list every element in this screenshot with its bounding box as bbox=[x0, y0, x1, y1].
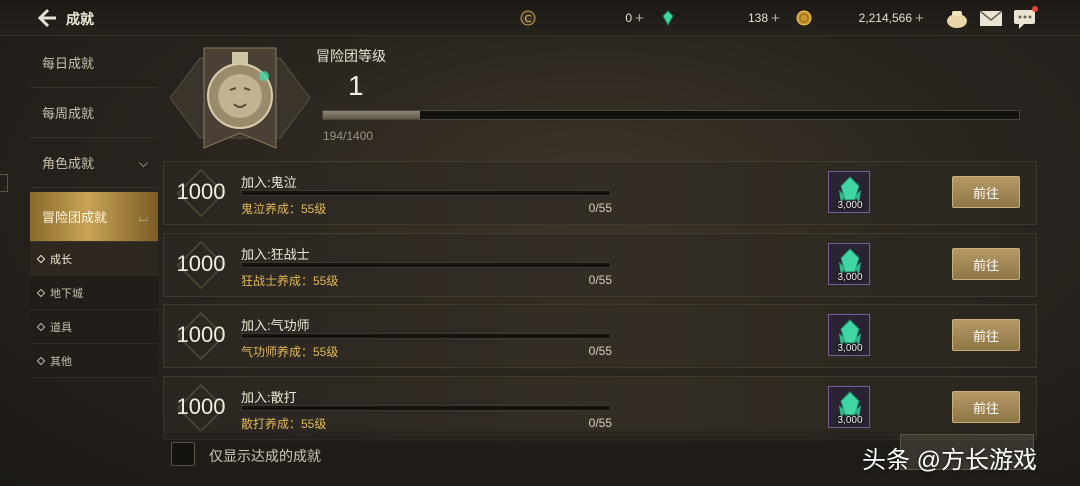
reward-quantity: 3,000 bbox=[837, 415, 863, 426]
go-button[interactable]: 前往 bbox=[952, 176, 1020, 208]
sidebar-item-character[interactable]: 角色成就 ⌵ bbox=[30, 138, 158, 188]
watermark: 头条 @方长游戏 bbox=[862, 447, 1038, 474]
achievement-row: 1000 加入:鬼泣鬼泣养成：55级 0/55 3,000 前往 bbox=[163, 161, 1037, 225]
achievement-title: 加入:气功师 bbox=[241, 318, 310, 333]
reward-quantity: 3,000 bbox=[837, 200, 863, 211]
gold-coin-icon bbox=[796, 10, 812, 26]
level-label: 冒险团等级 bbox=[316, 48, 386, 64]
reward-quantity: 3,000 bbox=[837, 272, 863, 283]
sidebar-item-weekly[interactable]: 每周成就 bbox=[30, 88, 158, 138]
gold-currency: 2,214,566 + bbox=[796, 8, 936, 28]
level-progress-text: 194/1400 bbox=[323, 129, 374, 143]
cera-currency: C 0 + bbox=[520, 8, 650, 28]
go-button[interactable]: 前往 bbox=[952, 248, 1020, 280]
sidebar-subitem-label: 成长 bbox=[50, 253, 72, 266]
sidebar-item-label: 每周成就 bbox=[42, 106, 95, 121]
diamond-bullet-icon bbox=[36, 322, 46, 331]
svg-text:C: C bbox=[525, 14, 532, 25]
sidebar-item-adventure[interactable]: 冒险团成就 ⌴ bbox=[30, 192, 158, 242]
top-bar: 成就 C 0 + 138 + 2,214,566 + bbox=[0, 0, 1080, 36]
show-completed-label: 仅显示达成的成就 bbox=[209, 448, 321, 464]
achievement-title: 加入:散打 bbox=[241, 390, 297, 405]
chat-button[interactable] bbox=[1012, 6, 1038, 30]
add-cera-button[interactable]: + bbox=[635, 10, 644, 27]
sidebar-subitem-items[interactable]: 道具 bbox=[30, 310, 158, 344]
achievement-title: 加入:鬼泣 bbox=[241, 175, 297, 190]
sidebar-item-label: 冒险团成就 bbox=[42, 210, 108, 225]
chevron-up-icon: ⌴ bbox=[138, 210, 148, 224]
level-value: 1 bbox=[348, 70, 364, 101]
page-title: 成就 bbox=[66, 11, 94, 27]
adventure-emblem-icon bbox=[169, 47, 311, 149]
sidebar: 每日成就 每周成就 角色成就 ⌵ 冒险团成就 ⌴ 成长 地下城 道具 其他 bbox=[30, 38, 158, 378]
achievement-points: 1000 bbox=[176, 251, 226, 276]
achievement-description: 气功师养成：55级 bbox=[241, 345, 339, 359]
achievement-progress-bar bbox=[241, 333, 611, 339]
achievement-row: 1000 加入:气功师气功师养成：55级 0/55 3,000 前往 bbox=[163, 304, 1037, 368]
achievement-points: 1000 bbox=[176, 394, 226, 419]
achievement-count: 0/55 bbox=[588, 416, 612, 430]
cera-coin-icon: C bbox=[520, 10, 536, 26]
achievement-title: 加入:狂战士 bbox=[241, 247, 310, 262]
level-progress-fill bbox=[323, 111, 420, 119]
gold-pouch-icon[interactable] bbox=[944, 6, 970, 30]
reward-item[interactable]: 3,000 bbox=[828, 171, 870, 213]
diamond-bullet-icon bbox=[36, 288, 46, 297]
go-button[interactable]: 前往 bbox=[952, 391, 1020, 423]
gold-value: 2,214,566 bbox=[858, 11, 912, 25]
add-gold-button[interactable]: + bbox=[915, 10, 924, 27]
sidebar-subitem-other[interactable]: 其他 bbox=[30, 344, 158, 378]
achievement-progress-bar bbox=[241, 405, 611, 411]
achievement-progress-bar bbox=[241, 262, 611, 268]
achievement-count: 0/55 bbox=[588, 344, 612, 358]
reward-quantity: 3,000 bbox=[837, 343, 863, 354]
sidebar-subitem-label: 其他 bbox=[50, 355, 72, 368]
achievement-row: 1000 加入:狂战士狂战士养成：55级 0/55 3,000 前往 bbox=[163, 233, 1037, 297]
level-progress-bar bbox=[322, 110, 1020, 120]
cera-value: 0 bbox=[625, 11, 632, 25]
left-edge-handle[interactable] bbox=[0, 174, 8, 192]
sidebar-item-daily[interactable]: 每日成就 bbox=[30, 38, 158, 88]
reward-item[interactable]: 3,000 bbox=[828, 243, 870, 285]
show-completed-checkbox[interactable] bbox=[171, 442, 195, 466]
sidebar-item-label: 角色成就 bbox=[42, 156, 95, 171]
chevron-down-icon: ⌵ bbox=[138, 156, 148, 170]
diamond-bullet-icon bbox=[36, 356, 46, 365]
sidebar-subitem-growth[interactable]: 成长 bbox=[30, 242, 158, 276]
achievement-progress-bar bbox=[241, 190, 611, 196]
crystal-value: 138 bbox=[747, 11, 768, 25]
reward-item[interactable]: 3,000 bbox=[828, 386, 870, 428]
achievement-description: 鬼泣养成：55级 bbox=[241, 202, 327, 216]
diamond-bullet-icon bbox=[36, 254, 46, 263]
achievement-points: 1000 bbox=[176, 179, 226, 204]
achievement-count: 0/55 bbox=[588, 201, 612, 215]
sidebar-subitem-dungeon[interactable]: 地下城 bbox=[30, 276, 158, 310]
go-button[interactable]: 前往 bbox=[952, 319, 1020, 351]
back-arrow-icon[interactable] bbox=[34, 6, 60, 30]
reward-item[interactable]: 3,000 bbox=[828, 314, 870, 356]
achievement-description: 狂战士养成：55级 bbox=[241, 274, 339, 288]
crystal-currency: 138 + bbox=[660, 8, 790, 28]
mail-icon[interactable] bbox=[978, 6, 1004, 30]
achievement-points: 1000 bbox=[176, 322, 226, 347]
add-crystal-button[interactable]: + bbox=[771, 10, 780, 27]
sidebar-item-label: 每日成就 bbox=[42, 56, 95, 71]
achievement-count: 0/55 bbox=[588, 273, 612, 287]
sidebar-subitem-label: 道具 bbox=[50, 321, 72, 334]
notification-dot bbox=[1032, 6, 1038, 12]
sidebar-subitem-label: 地下城 bbox=[50, 287, 83, 300]
crystal-icon bbox=[662, 10, 674, 26]
